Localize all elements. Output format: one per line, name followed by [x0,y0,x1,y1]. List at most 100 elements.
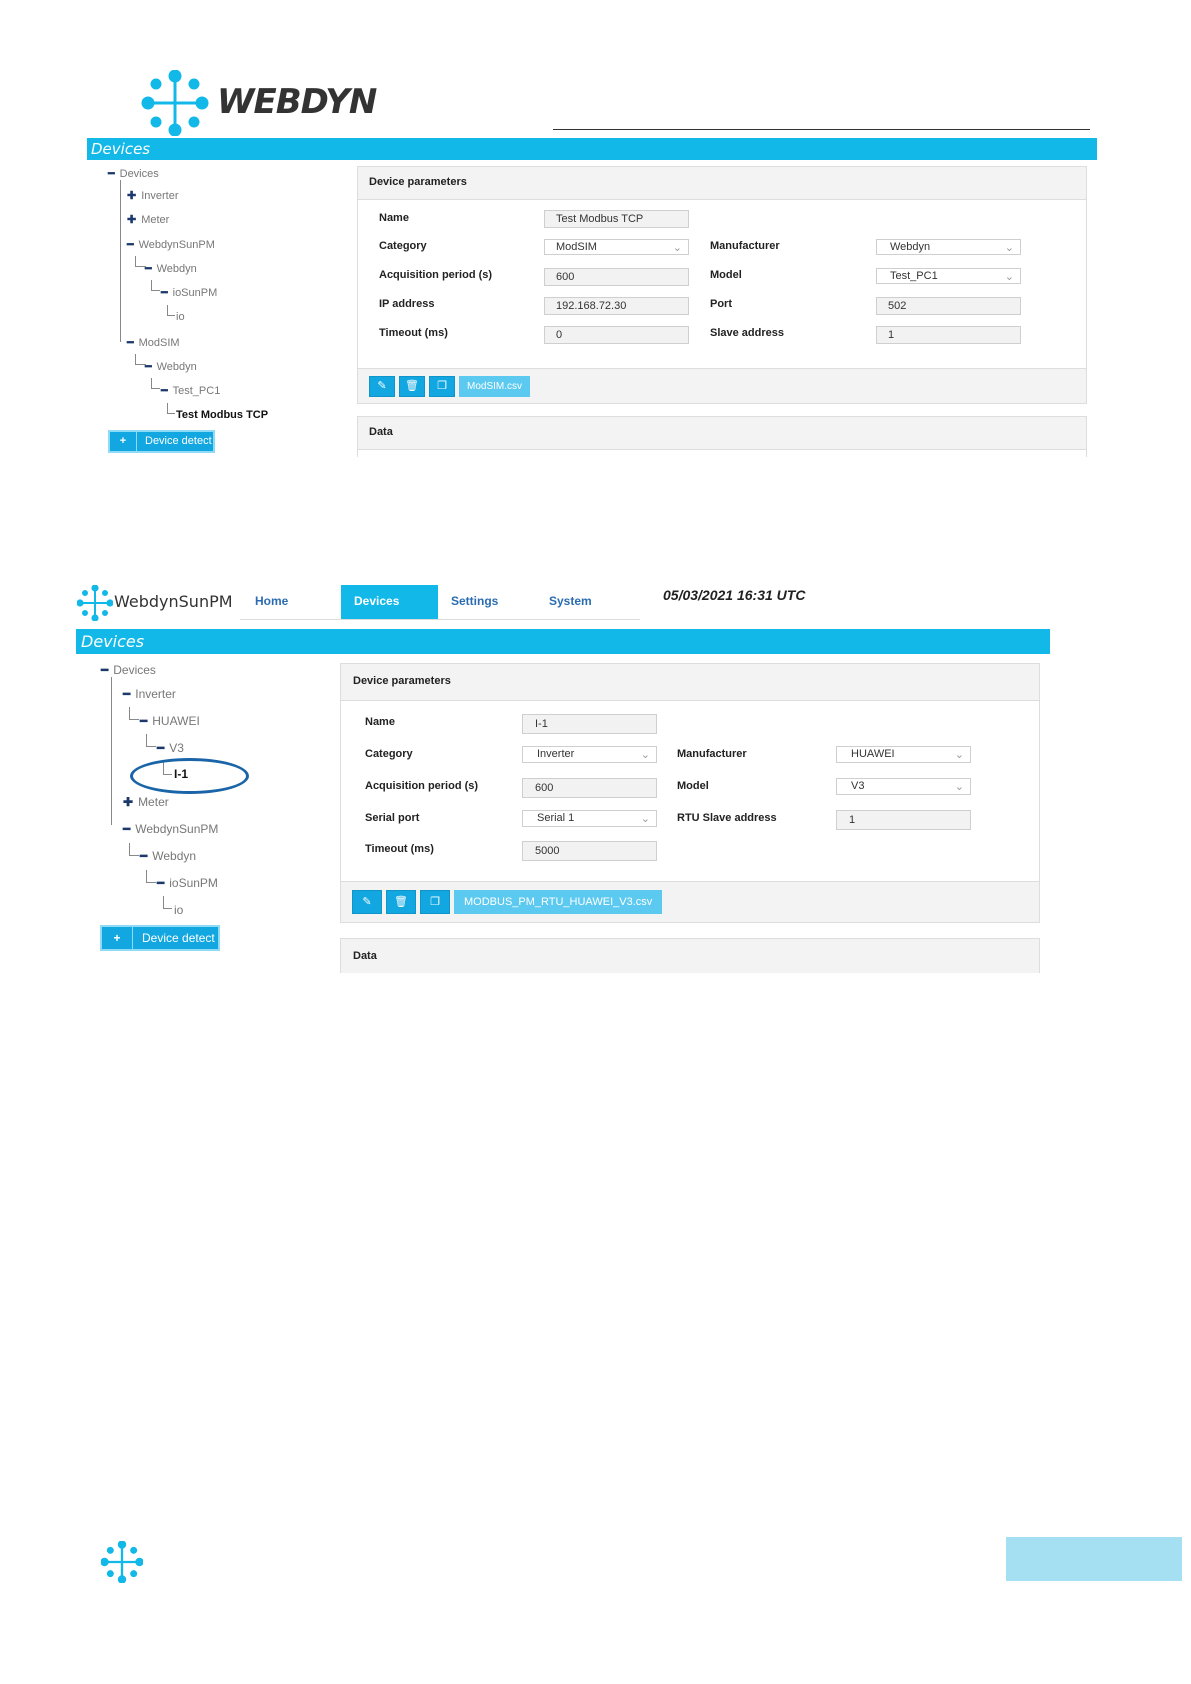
edit-button[interactable]: ✎ [352,890,382,914]
tree-item-io[interactable]: io [176,311,185,323]
manufacturer-label: Manufacturer [677,748,747,760]
tree-item-webdyn[interactable]: ━ Webdyn [145,262,197,275]
category-label: Category [365,748,413,760]
category-select[interactable]: ModSIM ⌄ [544,239,689,255]
rtu-slave-address-label: RTU Slave address [677,812,777,824]
device-parameters-panel: Device parameters Name I-1 Category Inve… [340,663,1040,923]
acquisition-period-label: Acquisition period (s) [365,780,479,792]
trash-icon: 🗑 [394,896,408,908]
plus-icon: ✚ [127,190,137,202]
data-title: Data [369,426,393,438]
minus-icon: ━ [127,239,134,251]
trash-icon: 🗑 [405,380,419,392]
minus-icon: ━ [123,822,131,836]
tree-item-devices[interactable]: ━ Devices [108,167,159,180]
device-detect-button[interactable]: + Device detect [100,925,220,951]
minus-icon: ━ [157,876,165,890]
copy-button[interactable]: ❐ [429,376,455,397]
datetime: 05/03/2021 16:31 UTC [663,587,806,603]
manufacturer-select[interactable]: HUAWEI ⌄ [836,746,971,763]
name-field[interactable]: Test Modbus TCP [544,210,689,228]
tree-item-webdynsunpm[interactable]: ━ WebdynSunPM [127,238,215,251]
devices-bar: Devices [87,138,1097,160]
tree-item-test-pc1[interactable]: ━ Test_PC1 [161,384,220,397]
panel-title: Device parameters [369,176,467,188]
chevron-down-icon: ⌄ [640,749,650,761]
acquisition-period-label: Acquisition period (s) [379,269,493,281]
slave-address-label: Slave address [710,327,784,339]
acquisition-period-field[interactable]: 600 [544,268,689,286]
port-field[interactable]: 502 [876,297,1021,315]
tree-item-inverter[interactable]: ✚ Inverter [127,189,179,202]
slave-address-field[interactable]: 1 [876,326,1021,344]
tree-item-modsim[interactable]: ━ ModSIM [127,336,180,349]
acquisition-period-field[interactable]: 600 [522,778,657,798]
tree-item-test-modbus-tcp[interactable]: Test Modbus TCP [176,409,268,421]
plus-icon: + [110,432,137,451]
ip-address-label: IP address [379,298,435,310]
minus-icon: ━ [140,714,148,728]
rtu-slave-address-field[interactable]: 1 [836,810,971,830]
webdynsunpm-logo-icon [77,585,113,621]
panel-title: Device parameters [353,675,451,687]
tree-item-v3[interactable]: ━ V3 [157,741,184,755]
manufacturer-label: Manufacturer [710,240,780,252]
tree-item-webdyn[interactable]: ━ Webdyn [140,849,196,863]
nav-tab-home[interactable]: Home [255,594,288,608]
tree-item-inverter[interactable]: ━ Inverter [123,687,176,701]
tree-item-meter[interactable]: ✚ Meter [127,213,169,226]
csv-file-button[interactable]: ModSIM.csv [459,376,531,397]
tree-item-iosunpm[interactable]: ━ ioSunPM [157,876,218,890]
app-title: WebdynSunPM [114,592,233,611]
minus-icon: ━ [145,361,152,373]
minus-icon: ━ [161,287,168,299]
serial-port-select[interactable]: Serial 1 ⌄ [522,810,657,827]
nav-tab-system[interactable]: System [549,594,592,608]
timeout-field[interactable]: 5000 [522,841,657,861]
logo-text: WEBDYN [217,82,377,122]
tree-item-meter[interactable]: ✚ Meter [123,795,169,809]
edit-button[interactable]: ✎ [369,376,395,397]
name-label: Name [379,212,409,224]
tree-item-huawei[interactable]: ━ HUAWEI [140,714,200,728]
model-select[interactable]: V3 ⌄ [836,778,971,795]
name-field[interactable]: I-1 [522,714,657,734]
tree-item-io[interactable]: io [174,903,183,917]
device-detect-button[interactable]: + Device detect [108,430,215,453]
data-panel: Data [340,938,1040,973]
manufacturer-select[interactable]: Webdyn ⌄ [876,239,1021,255]
tree-item-webdynsunpm[interactable]: ━ WebdynSunPM [123,822,218,836]
minus-icon: ━ [127,337,134,349]
minus-icon: ━ [157,741,165,755]
model-select[interactable]: Test_PC1 ⌄ [876,268,1021,284]
delete-button[interactable]: 🗑 [399,376,425,397]
pencil-icon: ✎ [377,380,387,392]
copy-button[interactable]: ❐ [420,890,450,914]
delete-button[interactable]: 🗑 [386,890,416,914]
ip-address-field[interactable]: 192.168.72.30 [544,297,689,315]
minus-icon: ━ [108,168,115,180]
highlight-ellipse [130,758,249,794]
minus-icon: ━ [161,385,168,397]
csv-file-button[interactable]: MODBUS_PM_RTU_HUAWEI_V3.csv [454,890,663,914]
plus-icon: ✚ [123,795,134,809]
tree-item-webdyn-2[interactable]: ━ Webdyn [145,360,197,373]
footer-logo-icon [101,1541,143,1583]
tree-item-iosunpm[interactable]: ━ ioSunPM [161,286,217,299]
nav-tab-settings[interactable]: Settings [451,594,498,608]
plus-icon: ✚ [127,214,137,226]
plus-icon: + [102,927,133,949]
nav-tab-devices[interactable]: Devices [341,585,438,620]
devices-bar-title: Devices [81,632,145,651]
copy-icon: ❐ [437,380,447,392]
chevron-down-icon: ⌄ [1004,271,1014,283]
data-panel: Data [357,416,1087,457]
category-select[interactable]: Inverter ⌄ [522,746,657,763]
minus-icon: ━ [123,687,131,701]
timeout-field[interactable]: 0 [544,326,689,344]
header-rule [553,129,1090,130]
model-label: Model [677,780,709,792]
tree-item-devices[interactable]: ━ Devices [101,663,156,677]
chevron-down-icon: ⌄ [672,242,682,254]
copy-icon: ❐ [430,896,440,908]
